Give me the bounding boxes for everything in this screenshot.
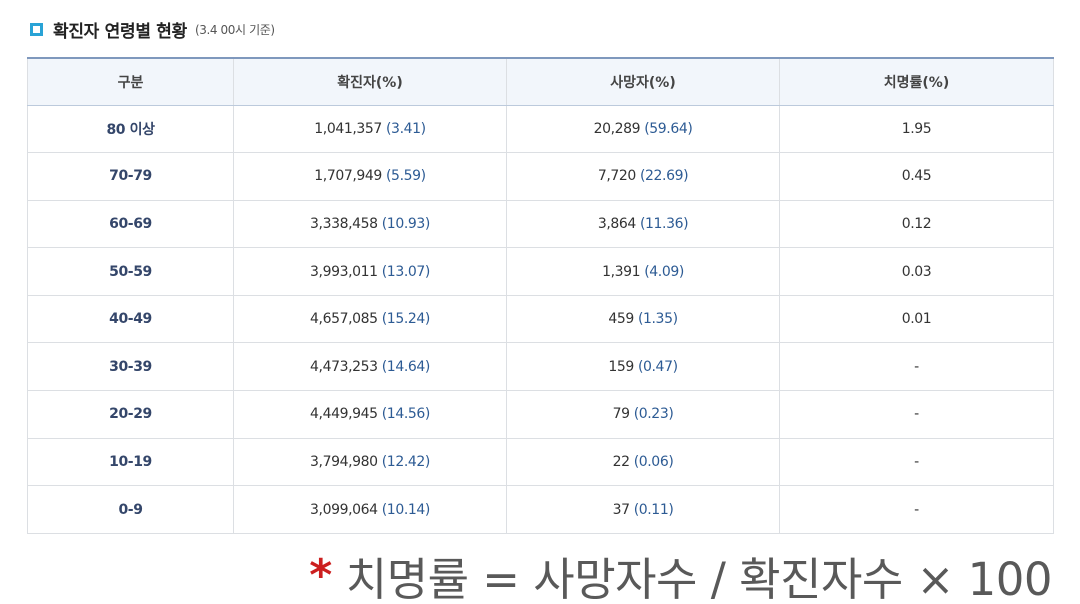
cases-count: 4,473,253 [310, 358, 378, 375]
age-group-cell: 0-9 [27, 485, 234, 534]
deaths-count: 20,289 [593, 120, 641, 137]
deaths-count: 459 [608, 311, 634, 328]
age-group-cell: 80 이상 [27, 105, 234, 154]
deaths-percent: (4.09) [644, 263, 684, 280]
asterisk-mark: * [309, 550, 332, 601]
fatality-rate-cell: - [779, 390, 1054, 439]
cases-percent: (12.42) [381, 453, 431, 470]
deaths-percent: (0.06) [633, 453, 674, 470]
cases-count: 4,449,945 [310, 406, 378, 423]
age-group-cell: 40-49 [27, 295, 234, 344]
cases-percent: (5.59) [386, 168, 426, 185]
fatality-rate-cell: 0.45 [779, 152, 1054, 201]
square-bullet-icon [30, 22, 43, 36]
table-row: 40-49 4,657,085 (15.24) 459 (1.35) 0.01 [27, 295, 1054, 344]
cases-percent: (15.24) [381, 311, 431, 328]
table-header: 구분 확진자(%) 사망자(%) 치명률(%) [27, 57, 1054, 106]
cases-count: 1,041,357 [314, 120, 382, 137]
column-header-cases: 확진자(%) [233, 57, 507, 106]
age-group-cell: 50-59 [27, 247, 234, 296]
table-row: 70-79 1,707,949 (5.59) 7,720 (22.69) 0.45 [27, 152, 1054, 201]
deaths-cell: 159 (0.47) [506, 342, 780, 392]
fatality-rate-cell: 1.95 [779, 105, 1054, 154]
age-group-cell: 10-19 [27, 438, 234, 487]
cases-count: 1,707,949 [314, 168, 382, 185]
fatality-rate-cell: 0.12 [779, 200, 1054, 249]
cases-cell: 3,993,011 (13.07) [233, 247, 507, 296]
table-row: 20-29 4,449,945 (14.56) 79 (0.23) - [27, 390, 1054, 439]
cases-percent: (14.56) [381, 406, 431, 423]
table-body: 80 이상 1,041,357 (3.41) 20,289 (59.64) 1.95 7… [27, 105, 1054, 534]
deaths-cell: 20,289 (59.64) [506, 105, 780, 154]
deaths-cell: 22 (0.06) [506, 438, 780, 487]
cases-percent: (10.93) [381, 215, 431, 232]
cases-cell: 3,794,980 (12.42) [233, 438, 507, 487]
deaths-cell: 1,391 (4.09) [506, 247, 780, 296]
column-header-fatality-rate: 치명률(%) [779, 57, 1054, 106]
cases-count: 3,993,011 [310, 263, 378, 280]
fatality-formula: * 치명률 = 사망자수 / 확진자수 × 100 [309, 543, 1052, 604]
section-header: 확진자 연령별 현황 (3.4 00시 기준) [30, 16, 275, 42]
fatality-rate-cell: - [779, 342, 1054, 392]
cases-cell: 3,099,064 (10.14) [233, 485, 507, 534]
deaths-percent: (0.11) [633, 501, 674, 518]
fatality-rate-cell: - [779, 438, 1054, 487]
cases-cell: 4,473,253 (14.64) [233, 342, 507, 392]
deaths-count: 22 [612, 453, 630, 470]
section-title: 확진자 연령별 현황 [53, 21, 187, 42]
deaths-percent: (11.36) [639, 215, 689, 232]
deaths-percent: (1.35) [637, 311, 678, 328]
cases-count: 3,794,980 [310, 453, 378, 470]
table-row: 50-59 3,993,011 (13.07) 1,391 (4.09) 0.03 [27, 247, 1054, 296]
deaths-cell: 3,864 (11.36) [506, 200, 780, 249]
cases-count: 4,657,085 [310, 311, 378, 328]
cases-percent: (10.14) [381, 501, 431, 518]
fatality-rate-cell: 0.01 [779, 295, 1054, 344]
reference-time-note: (3.4 00시 기준) [194, 22, 275, 37]
table-row: 60-69 3,338,458 (10.93) 3,864 (11.36) 0.12 [27, 200, 1054, 249]
cases-percent: (3.41) [386, 120, 426, 137]
deaths-cell: 7,720 (22.69) [506, 152, 780, 201]
deaths-count: 3,864 [597, 215, 636, 232]
cases-count: 3,338,458 [310, 215, 378, 232]
deaths-count: 79 [612, 406, 630, 423]
cases-cell: 4,657,085 (15.24) [233, 295, 507, 344]
column-header-age-group: 구분 [27, 57, 234, 106]
column-header-deaths: 사망자(%) [506, 57, 780, 106]
deaths-count: 7,720 [597, 168, 636, 185]
table-row: 0-9 3,099,064 (10.14) 37 (0.11) - [27, 485, 1054, 534]
age-group-cell: 60-69 [27, 200, 234, 249]
table-row: 30-39 4,473,253 (14.64) 159 (0.47) - [27, 342, 1054, 392]
page: 확진자 연령별 현황 (3.4 00시 기준) 구분 확진자(%) 사망자(%)… [0, 0, 1080, 604]
formula-text: 치명률 = 사망자수 / 확진자수 × 100 [345, 553, 1053, 604]
deaths-percent: (59.64) [644, 120, 693, 137]
age-group-cell: 30-39 [27, 342, 234, 392]
age-stats-table: 구분 확진자(%) 사망자(%) 치명률(%) 80 이상 1,041,357 (… [27, 57, 1054, 534]
deaths-cell: 79 (0.23) [506, 390, 780, 439]
cases-count: 3,099,064 [310, 501, 378, 518]
cases-cell: 3,338,458 (10.93) [233, 200, 507, 249]
cases-cell: 1,707,949 (5.59) [233, 152, 507, 201]
age-group-cell: 70-79 [27, 152, 234, 201]
deaths-percent: (22.69) [639, 168, 689, 185]
fatality-rate-cell: 0.03 [779, 247, 1054, 296]
cases-percent: (13.07) [381, 263, 431, 280]
deaths-percent: (0.47) [637, 358, 678, 375]
table-row: 10-19 3,794,980 (12.42) 22 (0.06) - [27, 438, 1054, 487]
deaths-count: 159 [608, 358, 634, 375]
cases-percent: (14.64) [381, 358, 431, 375]
fatality-rate-cell: - [779, 485, 1054, 534]
cases-cell: 1,041,357 (3.41) [233, 105, 507, 154]
deaths-cell: 459 (1.35) [506, 295, 780, 344]
age-group-cell: 20-29 [27, 390, 234, 439]
table-header-row: 구분 확진자(%) 사망자(%) 치명률(%) [27, 57, 1054, 106]
deaths-percent: (0.23) [633, 406, 674, 423]
cases-cell: 4,449,945 (14.56) [233, 390, 507, 439]
deaths-count: 37 [612, 501, 630, 518]
table-row: 80 이상 1,041,357 (3.41) 20,289 (59.64) 1.95 [27, 105, 1054, 154]
deaths-cell: 37 (0.11) [506, 485, 780, 534]
deaths-count: 1,391 [602, 263, 641, 280]
